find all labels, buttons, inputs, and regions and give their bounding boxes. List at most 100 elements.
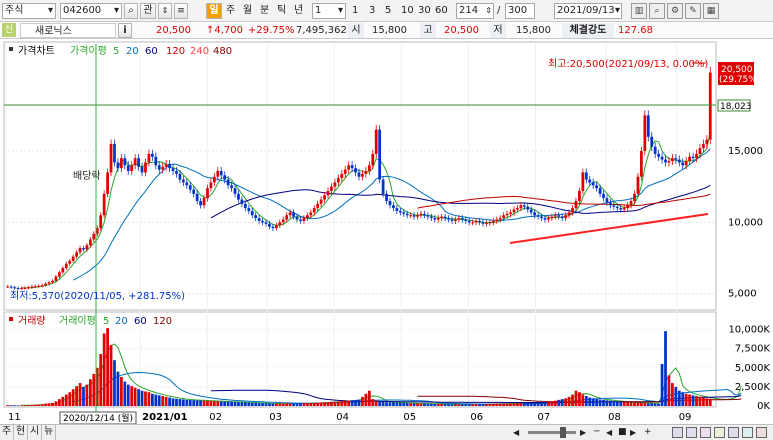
search-button[interactable]: ⌕ (124, 3, 138, 19)
market-type-select[interactable]: 주식 ▾ (2, 3, 56, 19)
stock-code-input[interactable]: 042600 ▾ (60, 3, 122, 19)
date-picker[interactable]: 2021/09/13 ▾ (554, 3, 622, 19)
candle-body (254, 215, 258, 219)
stock-chart[interactable]: 15,000 10,000 5,000 10,000K 7,500K 5,000K 2,5… (0, 40, 773, 424)
candle-body (578, 190, 581, 201)
stock-code-value: 042600 (63, 5, 102, 16)
volume-bar (192, 400, 196, 406)
volume-bar (92, 373, 96, 406)
volume-bar (481, 404, 485, 406)
volume-bar (467, 404, 471, 406)
volume-bar (695, 396, 698, 406)
play-icon[interactable]: ▶ (630, 426, 636, 439)
interval-preset-60[interactable]: 60 (435, 3, 448, 19)
interval-select[interactable]: 1 ▾ (312, 3, 346, 19)
find-icon[interactable]: ⌕ (649, 3, 665, 19)
candle-body (257, 218, 261, 221)
stock-info-button[interactable]: i (118, 23, 132, 38)
tab-current[interactable]: 현 (14, 425, 29, 440)
total-count-input[interactable]: 300 (505, 3, 535, 19)
sort-button[interactable]: ≡ (174, 3, 188, 19)
scroll-left-icon[interactable]: ◀ (513, 426, 523, 439)
stop-icon[interactable]: ■ (618, 426, 627, 439)
tools-icon[interactable]: ✎ (685, 3, 701, 19)
period-day-button[interactable]: 일 (206, 3, 222, 19)
compare-button[interactable]: 관 (140, 3, 156, 19)
layout-icon-1[interactable] (672, 427, 683, 438)
volume-bar (677, 390, 681, 406)
total-count-value: 300 (508, 5, 528, 16)
candle-body (646, 115, 650, 137)
period-minute-tab[interactable]: 분 (260, 3, 269, 19)
volume-ma-5: 5 (103, 316, 109, 327)
chevron-down-icon: ▾ (47, 5, 53, 16)
volume-bar (471, 404, 475, 406)
period-week-tab[interactable]: 주 (226, 3, 235, 19)
volume-bar (209, 400, 213, 406)
zoom-slider[interactable] (528, 431, 576, 434)
tab-main[interactable]: 주 (0, 425, 15, 440)
interval-preset-30[interactable]: 30 (418, 3, 431, 19)
interval-preset-10[interactable]: 10 (401, 3, 414, 19)
candle-body (206, 188, 209, 199)
interval-preset-3[interactable]: 3 (369, 3, 375, 19)
volume-bar (292, 403, 295, 406)
interval-preset-5[interactable]: 5 (385, 3, 391, 19)
volume-bar (447, 404, 450, 406)
candle-body (450, 219, 454, 221)
period-tick-tab[interactable]: 틱 (277, 3, 286, 19)
volume-bar (257, 403, 261, 406)
chart-type-icon[interactable]: ▥ (631, 3, 647, 19)
candle-body (336, 178, 340, 183)
slider-thumb[interactable] (560, 427, 566, 438)
high-label: 고 (420, 23, 436, 38)
candle-body (288, 212, 292, 216)
candle-body (488, 222, 492, 224)
volume-bar (557, 399, 561, 406)
layout-icon-4[interactable] (714, 427, 725, 438)
volume-bar (688, 394, 691, 406)
zoom-out-icon[interactable]: ─ (594, 426, 599, 439)
tab-news[interactable]: 뉴 (42, 425, 57, 440)
layout-icon-3[interactable] (700, 427, 711, 438)
volume-bar (23, 405, 27, 406)
volume-bar (226, 401, 230, 406)
tab-market[interactable]: 시 (28, 425, 43, 440)
display-count-stepper[interactable]: 214 ⇕ (456, 3, 494, 19)
layout-icon-5[interactable] (728, 427, 739, 438)
grid-icon[interactable]: ▦ (703, 3, 719, 19)
candle-body (698, 148, 702, 154)
volume-bar (336, 401, 340, 406)
settings-icon[interactable]: ⚙ (667, 3, 683, 19)
volume-bar (58, 399, 61, 406)
zoom-in-icon[interactable]: + (644, 426, 652, 439)
volume-bar (305, 403, 309, 406)
candle-body (305, 215, 309, 219)
up-down-spin-button[interactable]: ⇕ (158, 3, 172, 19)
candle-body (354, 168, 357, 173)
layout-icon-2[interactable] (686, 427, 697, 438)
candle-body (681, 162, 685, 166)
candle-body (323, 195, 326, 200)
candle-body (126, 165, 130, 172)
price-ma-60: 60 (145, 46, 158, 57)
play-back-icon[interactable]: ◀ (606, 426, 612, 439)
candle-body (457, 218, 461, 220)
volume-bar (622, 402, 626, 406)
period-month-tab[interactable]: 월 (243, 3, 252, 19)
volume-bar (202, 400, 206, 406)
candle-body (526, 206, 530, 210)
volume-bar (547, 401, 550, 406)
volume-bar (171, 398, 175, 406)
candle-body (595, 185, 599, 189)
layout-icon-6[interactable] (742, 427, 753, 438)
volume-bar (199, 400, 202, 406)
candle-body (188, 185, 192, 190)
period-year-tab[interactable]: 년 (294, 3, 303, 19)
candle-body (212, 176, 216, 183)
scroll-right-icon[interactable]: ▶ (580, 426, 586, 439)
volume-bar (6, 405, 10, 406)
interval-preset-1[interactable]: 1 (352, 3, 358, 19)
candle-body (64, 263, 68, 269)
layout-icon-7[interactable] (756, 427, 767, 438)
